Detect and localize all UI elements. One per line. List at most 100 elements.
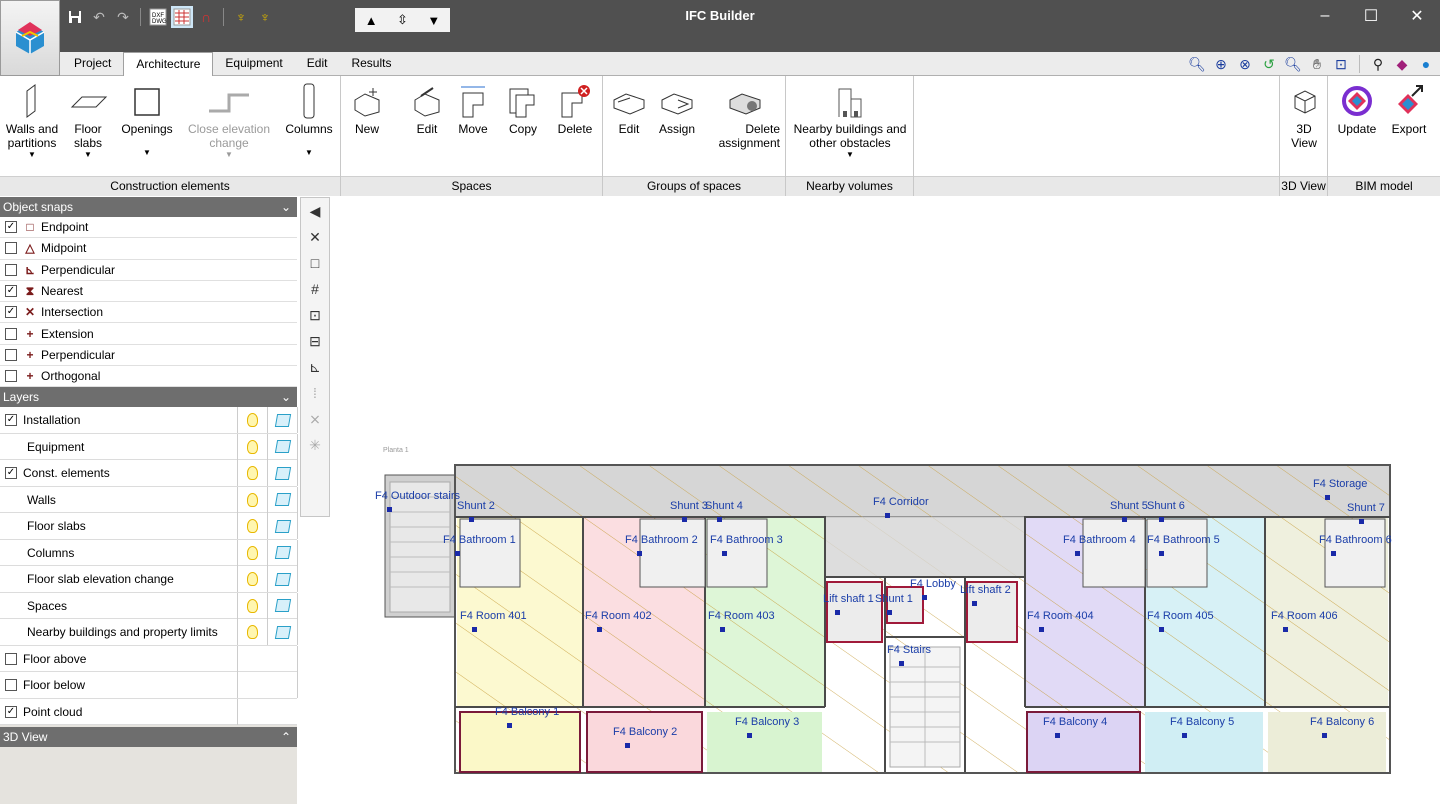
room-marker[interactable] — [1159, 627, 1164, 632]
maximize-button[interactable]: ☐ — [1348, 0, 1394, 32]
expand-chevron-icon[interactable]: ⌃ — [281, 727, 291, 747]
snap-extension-checkbox[interactable] — [5, 327, 17, 340]
zoom-all-icon[interactable]: ⊕ — [1211, 54, 1231, 74]
room-label[interactable]: Shunt 5 — [1110, 500, 1148, 512]
room-marker[interactable] — [885, 513, 890, 518]
walls-partitions-button[interactable]: Walls and partitions ▼ — [2, 80, 62, 159]
room-label[interactable]: F4 Bathroom 6 — [1319, 534, 1392, 546]
app-logo-button[interactable] — [0, 0, 60, 76]
edit-space-button[interactable]: Edit — [407, 80, 447, 136]
layer-row[interactable]: Nearby buildings and property limits — [0, 619, 298, 646]
room-label[interactable]: F4 Room 404 — [1027, 610, 1094, 622]
view-3d-button[interactable]: 3D View — [1286, 80, 1322, 150]
room-label[interactable]: Shunt 2 — [457, 500, 495, 512]
redo-icon[interactable]: ↷ — [112, 6, 134, 28]
snap-center-icon[interactable]: ⊡ — [301, 302, 329, 328]
floor-down-icon[interactable]: ▼ — [427, 13, 440, 28]
room-marker[interactable] — [1075, 551, 1080, 556]
room-marker[interactable] — [972, 601, 977, 606]
zoom-out-icon[interactable]: 🔍︎ — [1283, 54, 1303, 74]
layer-row[interactable]: ✓ Const. elements — [0, 460, 298, 487]
layer-3d-toggle[interactable] — [268, 619, 298, 646]
room-marker[interactable] — [507, 723, 512, 728]
find-binoculars-icon[interactable]: ⚲ — [1368, 54, 1388, 74]
room-label[interactable]: Lift shaft 1 — [823, 593, 874, 605]
tab-architecture[interactable]: Architecture — [123, 52, 214, 76]
room-marker[interactable] — [469, 517, 474, 522]
room-marker[interactable] — [1122, 517, 1127, 522]
room-label[interactable]: F4 Room 403 — [708, 610, 775, 622]
layer-3d-toggle[interactable] — [268, 433, 298, 460]
tab-results[interactable]: Results — [339, 52, 403, 76]
layer-checkbox[interactable]: ✓ — [5, 414, 17, 427]
pan-hand-icon[interactable]: ✋︎ — [1307, 54, 1327, 74]
copy-space-button[interactable]: Copy — [503, 80, 543, 136]
layer-row[interactable]: Floor slabs — [0, 513, 298, 540]
group-select-icon[interactable]: ⁞ — [301, 380, 329, 406]
floor-slabs-button[interactable]: Floor slabs ▼ — [64, 80, 112, 159]
layer-visibility-toggle[interactable] — [238, 592, 268, 619]
room-marker[interactable] — [637, 551, 642, 556]
room-label[interactable]: F4 Balcony 5 — [1170, 716, 1234, 728]
room-label[interactable]: F4 Bathroom 3 — [710, 534, 783, 546]
layer-visibility-toggle[interactable] — [238, 566, 268, 593]
layer-row[interactable]: ✓ Point cloud — [0, 698, 297, 726]
layer-3d-toggle[interactable] — [268, 566, 298, 593]
layer-row[interactable]: Equipment — [0, 433, 298, 461]
room-label[interactable]: F4 Balcony 1 — [495, 706, 559, 718]
room-marker[interactable] — [1283, 627, 1288, 632]
room-label[interactable]: F4 Balcony 3 — [735, 716, 799, 728]
room-marker[interactable] — [597, 627, 602, 632]
layer-visibility-toggle[interactable] — [238, 539, 268, 566]
room-marker[interactable] — [1182, 733, 1187, 738]
dimension-icon[interactable]: ✳ — [301, 432, 329, 458]
room-label[interactable]: F4 Balcony 6 — [1310, 716, 1374, 728]
measure-icon[interactable]: ⊟ — [301, 328, 329, 354]
room-marker[interactable] — [1039, 627, 1044, 632]
room-marker[interactable] — [1159, 551, 1164, 556]
view3d-panel-header[interactable]: 3D View ⌃ — [0, 727, 297, 748]
layer-visibility-toggle[interactable] — [238, 486, 268, 513]
room-marker[interactable] — [1325, 495, 1330, 500]
move-space-button[interactable]: Move — [453, 80, 493, 136]
tab-edit[interactable]: Edit — [295, 52, 340, 76]
floor-up-icon[interactable]: ▲ — [365, 13, 378, 28]
room-label[interactable]: Shunt 6 — [1147, 500, 1185, 512]
magnet-snap-icon[interactable]: ∩ — [195, 6, 217, 28]
room-label[interactable]: F4 Outdoor stairs — [375, 490, 460, 502]
layer-row[interactable]: Walls — [0, 486, 298, 514]
room-label[interactable]: F4 Room 401 — [460, 610, 527, 622]
snap-nearest-checkbox[interactable]: ✓ — [5, 285, 17, 298]
help-globe-icon[interactable]: ● — [1416, 54, 1436, 74]
snap-endpoint-checkbox[interactable]: ✓ — [5, 221, 17, 234]
assign-group-button[interactable]: Assign — [655, 80, 699, 136]
tab-equipment[interactable]: Equipment — [213, 52, 294, 76]
snap-intersection[interactable]: ✓ ✕ Intersection — [0, 302, 297, 324]
snap-nearest[interactable]: ✓ ⧗ Nearest — [0, 280, 297, 303]
room-label[interactable]: Shunt 3 — [670, 500, 708, 512]
room-marker[interactable] — [625, 743, 630, 748]
room-marker[interactable] — [387, 507, 392, 512]
layer-row[interactable]: Columns — [0, 539, 298, 567]
snap-midpoint[interactable]: △ Midpoint — [0, 238, 297, 260]
dxf-dwg-manage-icon[interactable] — [171, 6, 193, 28]
rectangle-icon[interactable]: □ — [301, 250, 329, 276]
edit-group-button[interactable]: Edit — [609, 80, 649, 136]
delete-space-button[interactable]: Delete — [551, 80, 599, 136]
save-icon[interactable] — [64, 6, 86, 28]
snap-perpendicular-checkbox[interactable] — [5, 263, 17, 276]
layer-checkbox[interactable] — [5, 679, 17, 692]
room-label[interactable]: F4 Lobby — [910, 578, 956, 590]
layer-3d-toggle[interactable] — [268, 592, 298, 619]
room-marker[interactable] — [1322, 733, 1327, 738]
update-bim-button[interactable]: Update — [1332, 80, 1382, 136]
room-label[interactable]: Lift shaft 2 — [960, 584, 1011, 596]
layer-3d-toggle[interactable] — [268, 513, 298, 540]
layer-3d-toggle[interactable] — [268, 486, 298, 513]
room-label[interactable]: F4 Balcony 2 — [613, 726, 677, 738]
dxf-layers-icon[interactable]: ♆ — [230, 6, 252, 28]
room-marker[interactable] — [1359, 519, 1364, 524]
room-label[interactable]: F4 Corridor — [873, 496, 929, 508]
layer-checkbox[interactable]: ✓ — [5, 705, 17, 718]
room-marker[interactable] — [835, 610, 840, 615]
